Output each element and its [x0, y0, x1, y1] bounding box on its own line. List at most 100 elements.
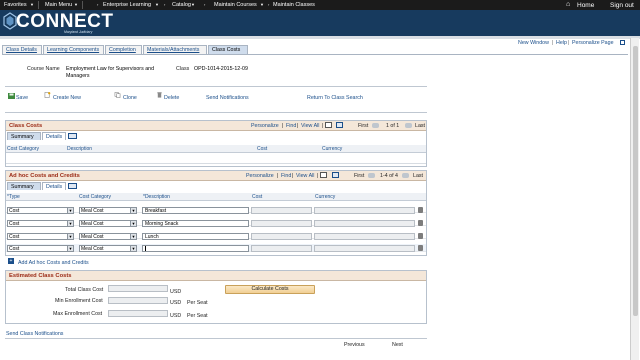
type-select[interactable]: Cost ▼ [7, 245, 74, 252]
show-all-columns-icon[interactable] [68, 183, 77, 189]
total-class-cost-field [108, 285, 168, 292]
currency-field [314, 245, 415, 252]
tab-materials-attachments[interactable]: Materials/Attachments [143, 45, 207, 54]
delete-row-icon[interactable] [418, 207, 423, 213]
previous-row-icon[interactable] [372, 123, 379, 128]
download-grid-icon[interactable] [325, 122, 332, 128]
personalize-page-link[interactable]: Personalize Page [572, 40, 614, 46]
create-new-button[interactable]: Create New [53, 95, 81, 101]
currency-field [314, 233, 415, 240]
tab-completion[interactable]: Completion [105, 45, 142, 54]
cost-category-select[interactable]: Meal Cost ▼ [79, 233, 137, 240]
type-select[interactable]: Cost ▼ [7, 220, 74, 227]
zoom-grid-icon[interactable] [336, 122, 343, 128]
dropdown-arrow-icon[interactable]: ▼ [67, 234, 73, 239]
chevron-down-icon: ▼ [260, 2, 264, 7]
delete-button[interactable]: Delete [164, 95, 179, 101]
class-label: Class [176, 66, 190, 72]
dropdown-arrow-icon[interactable]: ▼ [130, 208, 136, 213]
description-field[interactable]: Breakfast [142, 207, 249, 214]
download-grid-icon[interactable] [320, 172, 327, 178]
chevron-down-icon: ▼ [74, 2, 78, 7]
category-value: Meal Cost [81, 234, 104, 240]
next-row-icon[interactable] [402, 173, 409, 178]
return-to-class-search-link[interactable]: Return To Class Search [307, 95, 363, 101]
col-currency: Currency [322, 146, 343, 152]
adhoc-personalize-link[interactable]: Personalize [246, 173, 274, 179]
description-value: Morning Snack [145, 221, 179, 227]
grid-separator: | [322, 123, 324, 129]
scrollbar-thumb[interactable] [633, 46, 638, 316]
chevron-down-icon: ▼ [30, 2, 34, 7]
header-divider [0, 36, 640, 39]
class-costs-title: Class Costs [9, 123, 43, 129]
dropdown-arrow-icon[interactable]: ▼ [67, 246, 73, 251]
breadcrumb-maintain-courses[interactable]: Maintain Courses [214, 2, 257, 8]
adhoc-range: 1-4 of 4 [380, 173, 398, 179]
show-all-columns-icon[interactable] [68, 133, 77, 139]
class-costs-personalize-link[interactable]: Personalize [251, 123, 279, 129]
new-window-link[interactable]: New Window [518, 40, 549, 46]
class-costs-view-all-link[interactable]: View All [301, 123, 319, 129]
adhoc-view-all-link[interactable]: View All [296, 173, 314, 179]
delete-row-icon[interactable] [418, 220, 423, 226]
adhoc-find-link[interactable]: Find [281, 173, 291, 179]
min-currency: USD [170, 300, 182, 306]
send-class-notifications-link[interactable]: Send Class Notifications [6, 331, 63, 337]
main-menu[interactable]: Main Menu [45, 2, 72, 8]
breadcrumb-catalog[interactable]: Catalog [172, 2, 191, 8]
breadcrumb-enterprise-learning[interactable]: Enterprise Learning [103, 2, 151, 8]
vertical-scrollbar[interactable] [630, 38, 639, 360]
class-costs-tab-details[interactable]: Details [42, 132, 66, 140]
previous-row-icon[interactable] [368, 173, 375, 178]
zoom-grid-icon[interactable] [332, 172, 339, 178]
dropdown-arrow-icon[interactable]: ▼ [67, 221, 73, 226]
next-button[interactable]: Next [392, 342, 403, 348]
dropdown-arrow-icon[interactable]: ▼ [67, 208, 73, 213]
class-costs-find-link[interactable]: Find [286, 123, 296, 129]
footer-rule [5, 338, 427, 339]
send-notifications-link[interactable]: Send Notifications [206, 95, 249, 101]
delete-row-icon[interactable] [418, 245, 423, 251]
adhoc-tab-summary[interactable]: Summary [7, 182, 41, 190]
cost-category-select[interactable]: Meal Cost ▼ [79, 220, 137, 227]
adhoc-tab-details[interactable]: Details [42, 182, 66, 190]
previous-button[interactable]: Previous [344, 342, 365, 348]
total-class-cost-label: Total Class Cost [65, 287, 104, 293]
description-field[interactable] [142, 245, 249, 252]
tab-class-details[interactable]: Class Details [2, 45, 42, 54]
help-link[interactable]: Help [556, 40, 567, 46]
calculate-costs-button[interactable]: Calculate Costs [225, 285, 315, 294]
breadcrumb-maintain-classes[interactable]: Maintain Classes [273, 2, 315, 8]
delete-row-icon[interactable] [418, 233, 423, 239]
help-square-icon[interactable] [620, 40, 625, 45]
cost-category-select[interactable]: Meal Cost ▼ [79, 245, 137, 252]
type-select[interactable]: Cost ▼ [7, 207, 74, 214]
clone-button[interactable]: Clone [123, 95, 137, 101]
save-button[interactable]: Save [16, 95, 28, 101]
sign-out-link[interactable]: Sign out [610, 2, 634, 9]
grid-separator: | [317, 173, 319, 179]
dropdown-arrow-icon[interactable]: ▼ [130, 221, 136, 226]
grid-separator: | [292, 173, 294, 179]
connect-logo-icon [3, 12, 17, 30]
adhoc-last: Last [413, 173, 424, 179]
next-row-icon[interactable] [405, 123, 412, 128]
dropdown-arrow-icon[interactable]: ▼ [130, 234, 136, 239]
tab-class-costs[interactable]: Class Costs [208, 45, 248, 54]
add-adhoc-costs-link[interactable]: Add Ad hoc Costs and Credits [18, 260, 89, 266]
dropdown-arrow-icon[interactable]: ▼ [130, 246, 136, 251]
class-costs-tab-summary[interactable]: Summary [7, 132, 41, 140]
add-icon[interactable]: + [8, 258, 14, 264]
type-value: Cost [9, 246, 20, 252]
type-select[interactable]: Cost ▼ [7, 233, 74, 240]
home-icon[interactable]: ⌂ [566, 1, 570, 8]
tab-learning-components[interactable]: Learning Components [43, 45, 104, 54]
description-field[interactable]: Morning Snack [142, 220, 249, 227]
cost-category-select[interactable]: Meal Cost ▼ [79, 207, 137, 214]
breadcrumb-arrow-icon: › [97, 2, 99, 7]
favorites-menu[interactable]: Favorites [4, 2, 27, 8]
home-link[interactable]: Home [577, 2, 594, 9]
description-field[interactable]: Lunch [142, 233, 249, 240]
brand-tagline: Maryland Judiciary [64, 30, 93, 34]
